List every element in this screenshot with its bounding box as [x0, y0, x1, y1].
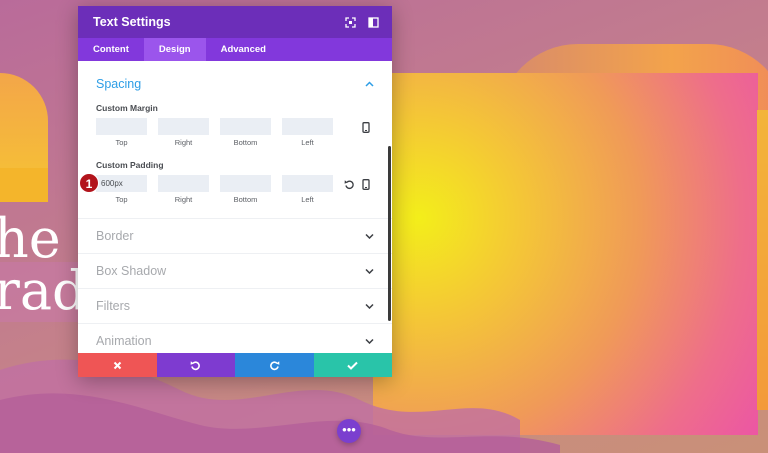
- undo-button[interactable]: [156, 353, 235, 377]
- padding-top-input[interactable]: [96, 175, 147, 192]
- save-button[interactable]: [313, 353, 392, 377]
- undo-icon: [190, 360, 201, 370]
- section-filters-toggle[interactable]: Filters: [78, 288, 392, 323]
- custom-padding-label: Custom Padding: [96, 160, 164, 170]
- margin-bottom-field: Bottom: [220, 118, 271, 147]
- padding-bottom-input[interactable]: [220, 175, 271, 192]
- fullscreen-icon[interactable]: [343, 15, 357, 29]
- chevron-down-icon: [364, 301, 374, 311]
- section-border-toggle[interactable]: Border: [78, 218, 392, 253]
- reset-icon[interactable]: [342, 177, 356, 191]
- padding-bottom-field: Bottom: [220, 175, 271, 204]
- mobile-icon[interactable]: [359, 120, 373, 134]
- close-icon: [113, 361, 121, 369]
- chevron-down-icon: [364, 231, 374, 241]
- margin-left-field: Left: [282, 118, 333, 147]
- modal-header[interactable]: Text Settings: [78, 6, 392, 38]
- margin-left-input[interactable]: [282, 118, 333, 135]
- section-animation-toggle[interactable]: Animation: [78, 323, 392, 353]
- padding-right-field: Right: [158, 175, 209, 204]
- redo-button[interactable]: [235, 353, 314, 377]
- padding-left-input[interactable]: [282, 175, 333, 192]
- section-title-animation: Animation: [96, 334, 152, 348]
- more-dots-icon: •••: [342, 422, 356, 437]
- margin-top-label: Top: [115, 138, 128, 147]
- text-settings-modal: Text Settings Content Design Advanced Sp…: [78, 6, 392, 377]
- margin-right-field: Right: [158, 118, 209, 147]
- section-title-spacing: Spacing: [96, 77, 142, 91]
- chevron-down-icon: [364, 266, 374, 276]
- section-title-border: Border: [96, 229, 134, 243]
- check-icon: [347, 361, 358, 370]
- padding-right-label: Right: [174, 195, 193, 204]
- section-title-filters: Filters: [96, 299, 131, 313]
- margin-left-label: Left: [301, 138, 314, 147]
- sidebar-icon[interactable]: [366, 15, 380, 29]
- custom-padding-row: 1 Top Right Bottom Left: [78, 173, 392, 204]
- margin-right-input[interactable]: [158, 118, 209, 135]
- padding-right-input[interactable]: [158, 175, 209, 192]
- padding-left-label: Left: [301, 195, 314, 204]
- step-badge: 1: [79, 173, 99, 193]
- margin-bottom-input[interactable]: [220, 118, 271, 135]
- modal-tabs: Content Design Advanced: [78, 38, 392, 61]
- section-spacing-toggle[interactable]: Spacing: [78, 61, 392, 107]
- mobile-icon[interactable]: [359, 177, 373, 191]
- chevron-up-icon: [364, 79, 374, 89]
- custom-margin-row: Top Right Bottom Left: [78, 118, 392, 147]
- margin-top-input[interactable]: [96, 118, 147, 135]
- chevron-down-icon: [364, 336, 374, 346]
- section-title-box-shadow: Box Shadow: [96, 264, 167, 278]
- modal-title: Text Settings: [93, 15, 171, 29]
- margin-bottom-label: Bottom: [233, 138, 258, 147]
- tab-content[interactable]: Content: [78, 38, 144, 61]
- modal-footer: [78, 353, 392, 377]
- modal-body: Spacing Custom Margin Top Right Bottom L…: [78, 61, 392, 353]
- redo-icon: [269, 360, 280, 370]
- padding-left-field: Left: [282, 175, 333, 204]
- padding-top-label: Top: [115, 195, 128, 204]
- decorative-strip-left: [0, 168, 48, 202]
- cancel-button[interactable]: [78, 353, 157, 377]
- padding-top-field: Top: [96, 175, 147, 204]
- tab-advanced[interactable]: Advanced: [206, 38, 281, 61]
- margin-right-label: Right: [174, 138, 193, 147]
- modal-scrollbar[interactable]: [388, 146, 391, 321]
- tab-design[interactable]: Design: [143, 38, 206, 61]
- margin-top-field: Top: [96, 118, 147, 147]
- more-options-button[interactable]: •••: [337, 419, 361, 443]
- padding-bottom-label: Bottom: [233, 195, 258, 204]
- custom-margin-label: Custom Margin: [96, 103, 158, 113]
- section-box-shadow-toggle[interactable]: Box Shadow: [78, 253, 392, 288]
